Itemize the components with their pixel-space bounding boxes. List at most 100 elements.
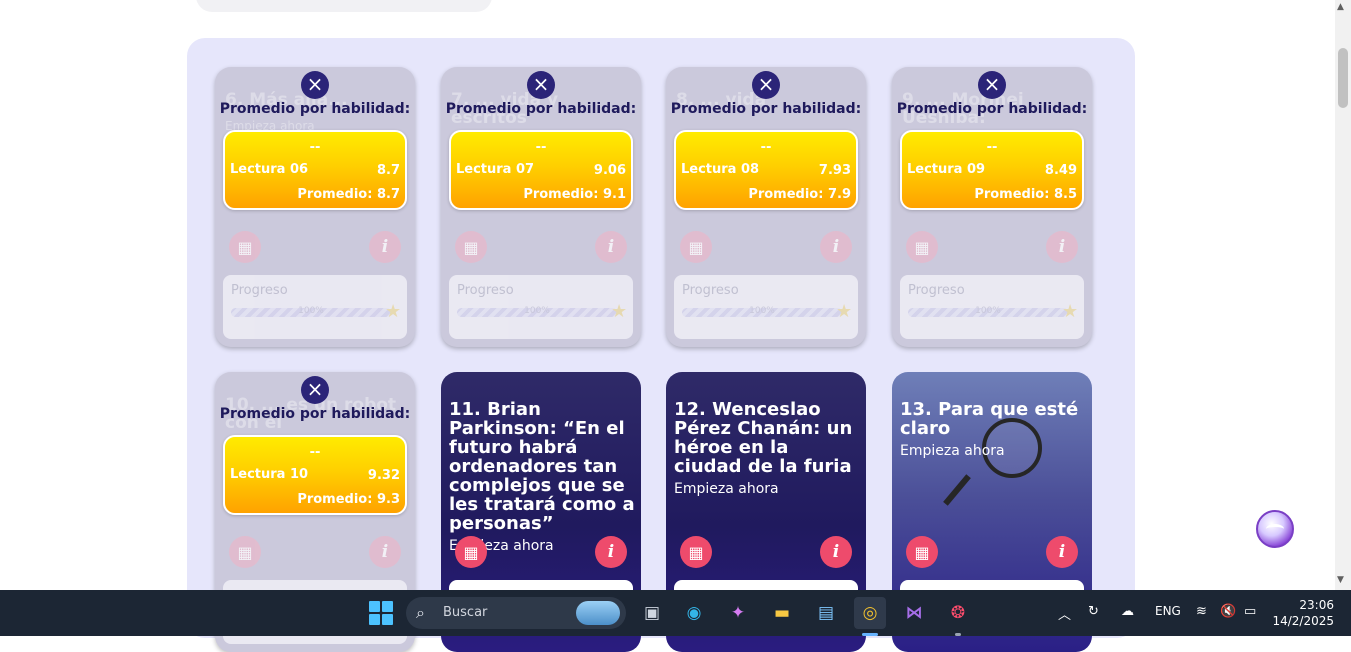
progress-box: Progreso 100% ★ — [223, 275, 407, 339]
calendar-icon[interactable]: ▦ — [906, 231, 938, 263]
creative-cloud-icon[interactable]: ❂ — [942, 597, 974, 629]
scroll-up-icon[interactable]: ▲ — [1337, 2, 1344, 12]
calendar-icon[interactable]: ▦ — [680, 536, 712, 568]
search-pill[interactable] — [196, 0, 492, 12]
lectura-label: Lectura 06 — [230, 162, 309, 177]
info-icon[interactable]: i — [369, 231, 401, 263]
lesson-card-06[interactable]: 6. Más allá... Empieza ahora × Promedio … — [215, 67, 415, 347]
progress-bar: 100% — [682, 306, 842, 317]
card-title: 11. Brian Parkinson: “En el futuro habrá… — [449, 400, 637, 556]
card-title: 12. Wenceslao Pérez Chanán: un héroe en … — [674, 400, 862, 499]
info-icon[interactable]: i — [1046, 536, 1078, 568]
average-value: Promedio: 8.7 — [297, 187, 400, 202]
onedrive-icon[interactable]: ☁ — [1121, 604, 1134, 619]
sync-icon[interactable]: ↻ — [1088, 604, 1099, 619]
edge-icon[interactable]: ◉ — [678, 597, 710, 629]
lectura-score: 9.32 — [367, 468, 400, 483]
card-title-text: 12. Wenceslao Pérez Chanán: un héroe en … — [674, 399, 853, 477]
average-dash: -- — [986, 140, 998, 155]
close-icon[interactable]: × — [978, 71, 1006, 99]
average-value: Promedio: 7.9 — [748, 187, 851, 202]
average-box: -- Lectura 10 9.32 Promedio: 9.3 — [223, 435, 407, 515]
progress-percent: 100% — [749, 306, 775, 316]
card-title-text: 13. Para que esté claro — [900, 399, 1079, 439]
progress-bar: 100% — [457, 306, 617, 317]
info-icon[interactable]: i — [595, 231, 627, 263]
lectura-label: Lectura 10 — [230, 467, 309, 482]
store-icon[interactable]: ▤ — [810, 597, 842, 629]
copilot-icon[interactable]: ✦ — [722, 597, 754, 629]
task-view-icon[interactable]: ▣ — [636, 597, 668, 629]
clock-time[interactable]: 23:06 — [1290, 598, 1334, 612]
lectura-score: 8.7 — [376, 163, 400, 178]
average-box: -- Lectura 09 8.49 Promedio: 8.5 — [900, 130, 1084, 210]
search-placeholder: Buscar — [443, 605, 488, 620]
tray-chevron-icon[interactable]: ︿ — [1058, 604, 1071, 623]
progress-percent: 100% — [298, 306, 324, 316]
calendar-icon[interactable]: ▦ — [229, 536, 261, 568]
chrome-icon[interactable]: ◎ — [854, 597, 886, 629]
lectura-label: Lectura 07 — [456, 162, 535, 177]
clock-date[interactable]: 14/2/2025 — [1272, 614, 1334, 628]
info-icon[interactable]: i — [820, 231, 852, 263]
average-value: Promedio: 8.5 — [974, 187, 1077, 202]
taskbar-search[interactable]: ⌕ Buscar — [406, 597, 626, 629]
info-icon[interactable]: i — [820, 536, 852, 568]
average-value: Promedio: 9.1 — [523, 187, 626, 202]
star-icon: ★ — [836, 301, 853, 322]
progress-bar: 100% — [231, 306, 391, 317]
lectura-label: Lectura 08 — [681, 162, 760, 177]
progress-label: Progreso — [682, 283, 739, 298]
average-box: -- Lectura 08 7.93 Promedio: 7.9 — [674, 130, 858, 210]
taskbar: ⌕ Buscar ▣ ◉ ✦ ▬ ▤ ◎ ⋈ ❂ ︿ ↻ ☁ ENG ≋ 🔇 ▭… — [0, 590, 1351, 636]
calendar-icon[interactable]: ▦ — [906, 536, 938, 568]
progress-bar: 100% — [908, 306, 1068, 317]
visual-studio-icon[interactable]: ⋈ — [898, 597, 930, 629]
start-now-link[interactable]: Empieza ahora — [674, 480, 862, 499]
info-icon[interactable]: i — [369, 536, 401, 568]
calendar-icon[interactable]: ▦ — [455, 536, 487, 568]
info-icon[interactable]: i — [595, 536, 627, 568]
close-icon[interactable]: × — [301, 71, 329, 99]
lesson-card-07[interactable]: 7. ... vida y escritos × Promedio por ha… — [441, 67, 641, 347]
progress-box: Progreso 100% ★ — [674, 275, 858, 339]
star-icon: ★ — [611, 301, 628, 322]
star-icon: ★ — [385, 301, 402, 322]
card-title: 13. Para que esté claro Empieza ahora — [900, 400, 1088, 461]
magnifier-handle — [943, 474, 971, 506]
average-title: Promedio por habilidad: — [670, 101, 862, 117]
lectura-score: 7.93 — [818, 163, 851, 178]
lesson-card-08[interactable]: 8. ... vida × Promedio por habilidad: --… — [666, 67, 866, 347]
calendar-icon[interactable]: ▦ — [680, 231, 712, 263]
average-box: -- Lectura 07 9.06 Promedio: 9.1 — [449, 130, 633, 210]
calendar-icon[interactable]: ▦ — [455, 231, 487, 263]
search-highlight-image — [576, 601, 620, 625]
average-dash: -- — [309, 140, 321, 155]
mute-icon[interactable]: 🔇 — [1220, 604, 1236, 619]
assistant-logo-button[interactable] — [1256, 510, 1294, 548]
start-now-link[interactable]: Empieza ahora — [900, 442, 1088, 461]
lesson-card-09[interactable]: 9. ... Morihei Ueshiba: × Promedio por h… — [892, 67, 1092, 347]
scroll-down-icon[interactable]: ▼ — [1337, 575, 1344, 585]
search-icon: ⌕ — [416, 603, 425, 622]
close-icon[interactable]: × — [527, 71, 555, 99]
lectura-score: 9.06 — [593, 163, 626, 178]
progress-box: Progreso 100% ★ — [900, 275, 1084, 339]
windows-start-icon[interactable] — [369, 601, 393, 625]
battery-icon[interactable]: ▭ — [1244, 604, 1256, 619]
scrollbar-thumb[interactable] — [1338, 48, 1348, 108]
info-icon[interactable]: i — [1046, 231, 1078, 263]
progress-percent: 100% — [975, 306, 1001, 316]
average-dash: -- — [760, 140, 772, 155]
logo-mark — [1266, 524, 1284, 534]
calendar-icon[interactable]: ▦ — [229, 231, 261, 263]
close-icon[interactable]: × — [301, 376, 329, 404]
wifi-icon[interactable]: ≋ — [1196, 604, 1207, 619]
language-indicator[interactable]: ENG — [1155, 604, 1181, 618]
star-icon: ★ — [1062, 301, 1079, 322]
folder-icon[interactable]: ▬ — [766, 597, 798, 629]
progress-label: Progreso — [231, 283, 288, 298]
average-value: Promedio: 9.3 — [297, 492, 400, 507]
average-title: Promedio por habilidad: — [896, 101, 1088, 117]
close-icon[interactable]: × — [752, 71, 780, 99]
